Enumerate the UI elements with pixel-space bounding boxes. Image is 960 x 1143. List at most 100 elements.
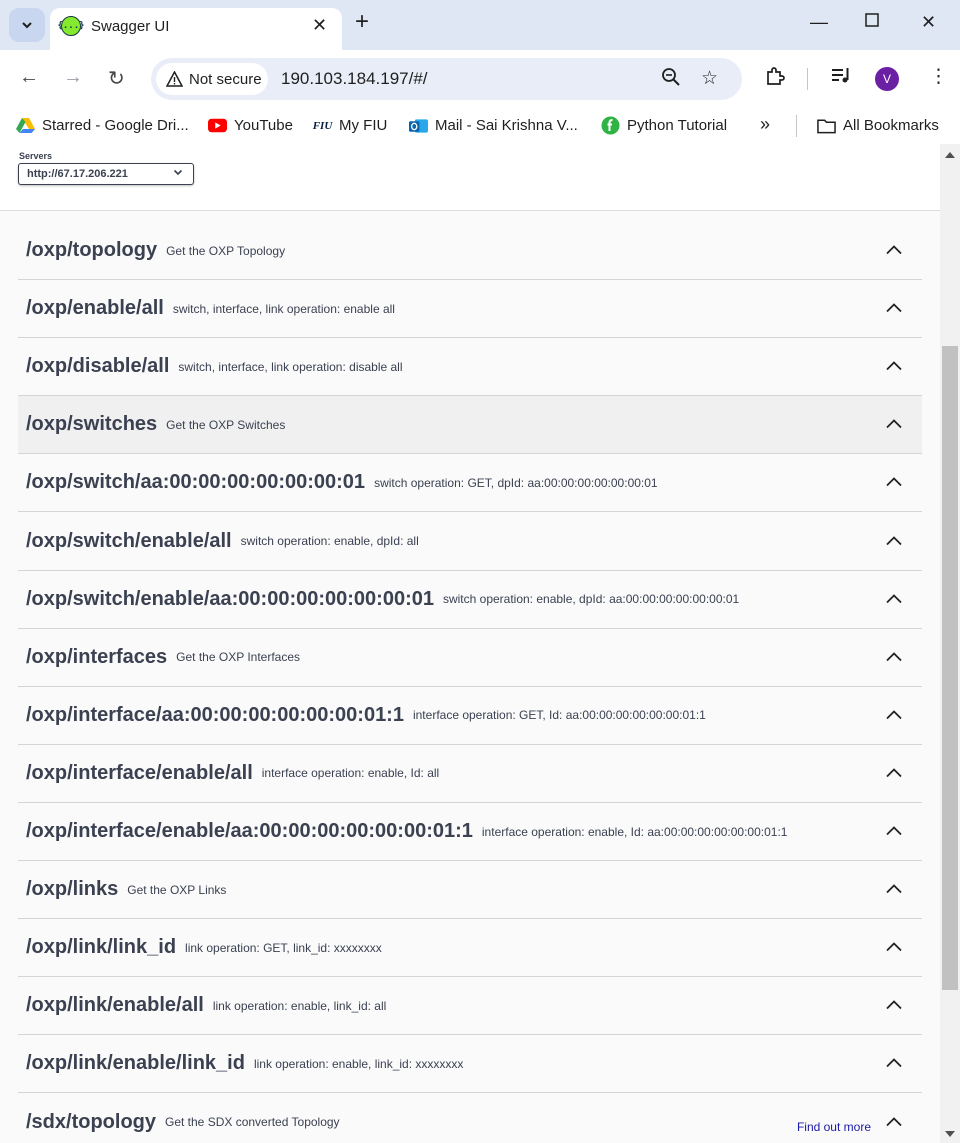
tag-name[interactable]: /oxp/enable/all	[26, 297, 164, 320]
security-chip-label: Not secure	[189, 70, 262, 88]
tag-name[interactable]: /oxp/switches	[26, 413, 157, 436]
bookmark-star-icon[interactable]: ☆	[701, 67, 718, 90]
tag-name[interactable]: /oxp/interface/enable/aa:00:00:00:00:00:…	[26, 820, 473, 843]
tag-name[interactable]: /oxp/switch/aa:00:00:00:00:00:00:01	[26, 471, 365, 494]
menu-dots-icon[interactable]: ⋮	[929, 65, 948, 88]
tag-section-header[interactable]: /oxp/switch/aa:00:00:00:00:00:00:01 switc…	[18, 454, 922, 513]
chevron-up-icon[interactable]	[884, 879, 904, 899]
security-chip[interactable]: Not secure	[156, 63, 268, 95]
bookmark-label: Python Tutorial	[627, 117, 728, 134]
bookmark-item[interactable]: Python Tutorial	[601, 116, 728, 135]
tag-section-header[interactable]: /oxp/interface/aa:00:00:00:00:00:00:01:1…	[18, 687, 922, 745]
tag-name[interactable]: /oxp/interfaces	[26, 646, 167, 669]
tag-section-header[interactable]: /oxp/enable/all switch, interface, link o…	[18, 280, 922, 339]
find-out-more-link[interactable]: Find out more	[797, 1120, 871, 1134]
bookmarks-bar: Starred - Google Dri... YouTube FIU My F…	[0, 108, 960, 144]
servers-label: Servers	[19, 151, 53, 161]
chevron-up-icon[interactable]	[884, 356, 904, 376]
tag-name[interactable]: /oxp/link/enable/all	[26, 994, 204, 1017]
chevron-up-icon[interactable]	[884, 298, 904, 318]
maximize-icon[interactable]	[864, 12, 880, 33]
zoom-icon[interactable]	[661, 67, 681, 93]
media-queue-icon[interactable]	[830, 65, 852, 91]
chevron-up-icon[interactable]	[884, 1053, 904, 1073]
tag-section-header[interactable]: /oxp/links Get the OXP Links	[18, 861, 922, 920]
all-bookmarks-button[interactable]: All Bookmarks	[817, 117, 939, 134]
tag-description: switch, interface, link operation: enabl…	[172, 301, 395, 316]
chevron-up-icon[interactable]	[884, 1112, 904, 1132]
tag-section-header[interactable]: /oxp/switches Get the OXP Switches	[18, 396, 922, 455]
scrollbar-thumb[interactable]	[942, 346, 958, 990]
scroll-down-arrow-icon[interactable]	[945, 1131, 955, 1137]
tag-name[interactable]: /oxp/interface/aa:00:00:00:00:00:00:01:1	[26, 704, 404, 727]
new-tab-icon[interactable]: +	[355, 10, 369, 34]
tag-section-header[interactable]: /oxp/interfaces Get the OXP Interfaces	[18, 629, 922, 687]
tag-section-header[interactable]: /oxp/link/link_id link operation: GET, li…	[18, 919, 922, 978]
close-tab-icon[interactable]: ✕	[312, 15, 327, 36]
forward-icon[interactable]: →	[63, 66, 83, 89]
address-bar[interactable]: Not secure 190.103.184.197/#/ ☆	[151, 58, 742, 100]
tag-name[interactable]: /oxp/link/enable/link_id	[26, 1052, 245, 1075]
chevron-up-icon[interactable]	[884, 995, 904, 1015]
close-window-icon[interactable]: ✕	[921, 12, 936, 33]
browser-tab[interactable]: {...} Swagger UI ✕	[50, 8, 342, 50]
chevron-up-icon[interactable]	[884, 531, 904, 551]
tag-name[interactable]: /sdx/topology	[26, 1111, 156, 1134]
warning-icon	[166, 71, 183, 87]
url-text[interactable]: 190.103.184.197/#/	[281, 69, 428, 89]
tag-name[interactable]: /oxp/switch/enable/all	[26, 530, 232, 553]
tag-description: link operation: enable, link_id: all	[212, 998, 387, 1013]
chevron-up-icon[interactable]	[884, 414, 904, 434]
bookmark-label: Starred - Google Dri...	[42, 117, 189, 134]
page-scrollbar[interactable]	[940, 144, 960, 1143]
tag-name[interactable]: /oxp/links	[26, 878, 118, 901]
servers-select[interactable]: http://67.17.206.221	[18, 163, 194, 185]
chevron-up-icon[interactable]	[884, 937, 904, 957]
chevron-up-icon[interactable]	[884, 763, 904, 783]
google-drive-icon	[16, 117, 35, 134]
bookmark-label: My FIU	[339, 117, 388, 134]
chevron-up-icon[interactable]	[884, 821, 904, 841]
swagger-favicon-icon: {...}	[57, 16, 85, 36]
bookmark-item[interactable]: Mail - Sai Krishna V...	[409, 117, 578, 134]
scroll-up-arrow-icon[interactable]	[945, 152, 955, 158]
tag-name[interactable]: /oxp/interface/enable/all	[26, 762, 253, 785]
bookmark-item[interactable]: YouTube	[208, 117, 293, 134]
tag-section-header[interactable]: /oxp/topology Get the OXP Topology	[18, 222, 922, 280]
tag-section-header[interactable]: /oxp/link/enable/link_id link operation: …	[18, 1035, 922, 1094]
tag-name[interactable]: /oxp/disable/all	[26, 355, 169, 378]
tag-section-header[interactable]: /oxp/link/enable/all link operation: enab…	[18, 977, 922, 1036]
python-tutorial-icon	[601, 116, 620, 135]
chevron-up-icon[interactable]	[884, 240, 904, 260]
tag-description: switch operation: enable, dpId: all	[240, 534, 419, 548]
tag-name[interactable]: /oxp/link/link_id	[26, 936, 176, 959]
tag-description: interface operation: enable, Id: all	[261, 766, 440, 781]
chevron-up-icon[interactable]	[884, 472, 904, 492]
reload-icon[interactable]: ↻	[108, 66, 125, 91]
tag-section-header[interactable]: /oxp/interface/enable/aa:00:00:00:00:00:…	[18, 803, 922, 861]
tag-description: interface operation: GET, Id: aa:00:00:0…	[412, 708, 706, 723]
tag-name[interactable]: /oxp/switch/enable/aa:00:00:00:00:00:00:…	[26, 588, 434, 611]
chevron-up-icon[interactable]	[884, 647, 904, 667]
tag-section-header[interactable]: /sdx/topology Get the SDX converted Topol…	[18, 1094, 922, 1143]
chevron-down-icon	[173, 166, 183, 180]
tag-section-header[interactable]: /oxp/interface/enable/all interface opera…	[18, 745, 922, 803]
more-bookmarks-icon[interactable]: »	[760, 114, 770, 135]
chevron-up-icon[interactable]	[884, 589, 904, 609]
chevron-up-icon[interactable]	[884, 705, 904, 725]
tab-search-button[interactable]	[9, 8, 45, 42]
tag-section-header[interactable]: /oxp/switch/enable/aa:00:00:00:00:00:00:…	[18, 571, 922, 629]
profile-avatar[interactable]: V	[875, 67, 899, 91]
extensions-icon[interactable]	[764, 65, 786, 93]
bookmark-item[interactable]: FIU My FIU	[312, 117, 388, 134]
bookmark-item[interactable]: Starred - Google Dri...	[16, 117, 189, 134]
tag-section-header[interactable]: /oxp/disable/all switch, interface, link …	[18, 338, 922, 397]
minimize-icon[interactable]: —	[810, 12, 828, 33]
tag-name[interactable]: /oxp/topology	[26, 239, 157, 262]
tag-description: switch, interface, link operation: disab…	[178, 359, 403, 374]
back-icon[interactable]: ←	[19, 66, 39, 89]
tag-section-header[interactable]: /oxp/switch/enable/all switch operation: …	[18, 513, 922, 571]
fiu-icon: FIU	[312, 119, 333, 132]
bookmark-label: YouTube	[234, 117, 293, 134]
servers-selected-value: http://67.17.206.221	[27, 168, 128, 180]
